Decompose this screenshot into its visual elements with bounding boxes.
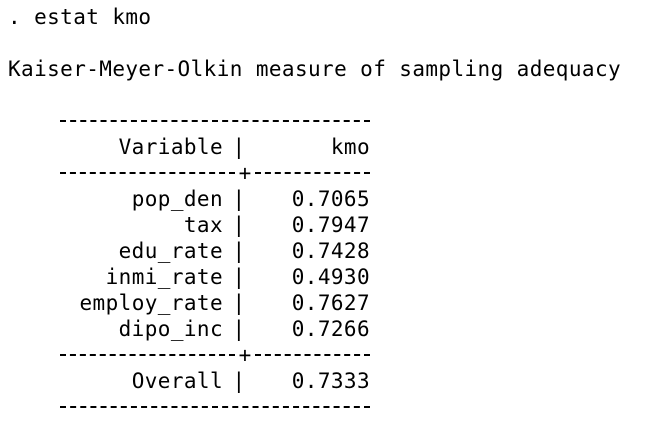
output-title: Kaiser-Meyer-Olkin measure of sampling a… [8, 57, 622, 81]
table-overall-rule: + [60, 342, 658, 368]
rule-segment [60, 172, 235, 174]
overall-kmo-value: 0.7333 [291, 369, 370, 393]
variable-name: employ_rate [79, 291, 223, 315]
column-separator: | [232, 369, 246, 393]
table-row: employ_rate | 0.7627 [8, 290, 658, 316]
table-bottom-rule [60, 394, 658, 420]
column-separator: | [232, 317, 246, 341]
rule-segment [60, 354, 235, 356]
command-line: . estat kmo [8, 5, 152, 29]
kmo-value: 0.7947 [291, 213, 370, 237]
kmo-value: 0.7065 [291, 187, 370, 211]
variable-column-header: Variable [118, 135, 223, 159]
table-row: dipo_inc | 0.7266 [8, 316, 658, 342]
variable-name: edu_rate [118, 239, 223, 263]
variable-name: dipo_inc [118, 317, 223, 341]
column-separator: | [232, 213, 246, 237]
stata-results-window: . estat kmo Kaiser-Meyer-Olkin measure o… [8, 4, 658, 420]
table-header-row: Variable | kmo [8, 134, 658, 160]
overall-label: Overall [131, 369, 223, 393]
variable-name: tax [183, 213, 223, 237]
rule-cross: + [238, 161, 252, 185]
rule-segment [255, 354, 370, 356]
rule-cross: + [238, 343, 252, 367]
kmo-column-header: kmo [330, 135, 370, 159]
column-separator: | [232, 265, 246, 289]
table-header-rule: + [60, 160, 658, 186]
column-separator: | [232, 187, 246, 211]
kmo-value: 0.4930 [291, 265, 370, 289]
table-top-rule [60, 108, 658, 134]
variable-name: inmi_rate [105, 265, 223, 289]
rule-segment [60, 120, 370, 122]
table-row: pop_den | 0.7065 [8, 186, 658, 212]
table-row: inmi_rate | 0.4930 [8, 264, 658, 290]
kmo-value: 0.7428 [291, 239, 370, 263]
column-separator: | [232, 291, 246, 315]
variable-name: pop_den [131, 187, 223, 211]
rule-segment [255, 172, 370, 174]
kmo-value: 0.7627 [291, 291, 370, 315]
rule-segment [60, 406, 370, 408]
column-separator: | [232, 135, 246, 159]
table-row: tax | 0.7947 [8, 212, 658, 238]
column-separator: | [232, 239, 246, 263]
table-overall-row: Overall | 0.7333 [8, 368, 658, 394]
kmo-value: 0.7266 [291, 317, 370, 341]
table-row: edu_rate | 0.7428 [8, 238, 658, 264]
